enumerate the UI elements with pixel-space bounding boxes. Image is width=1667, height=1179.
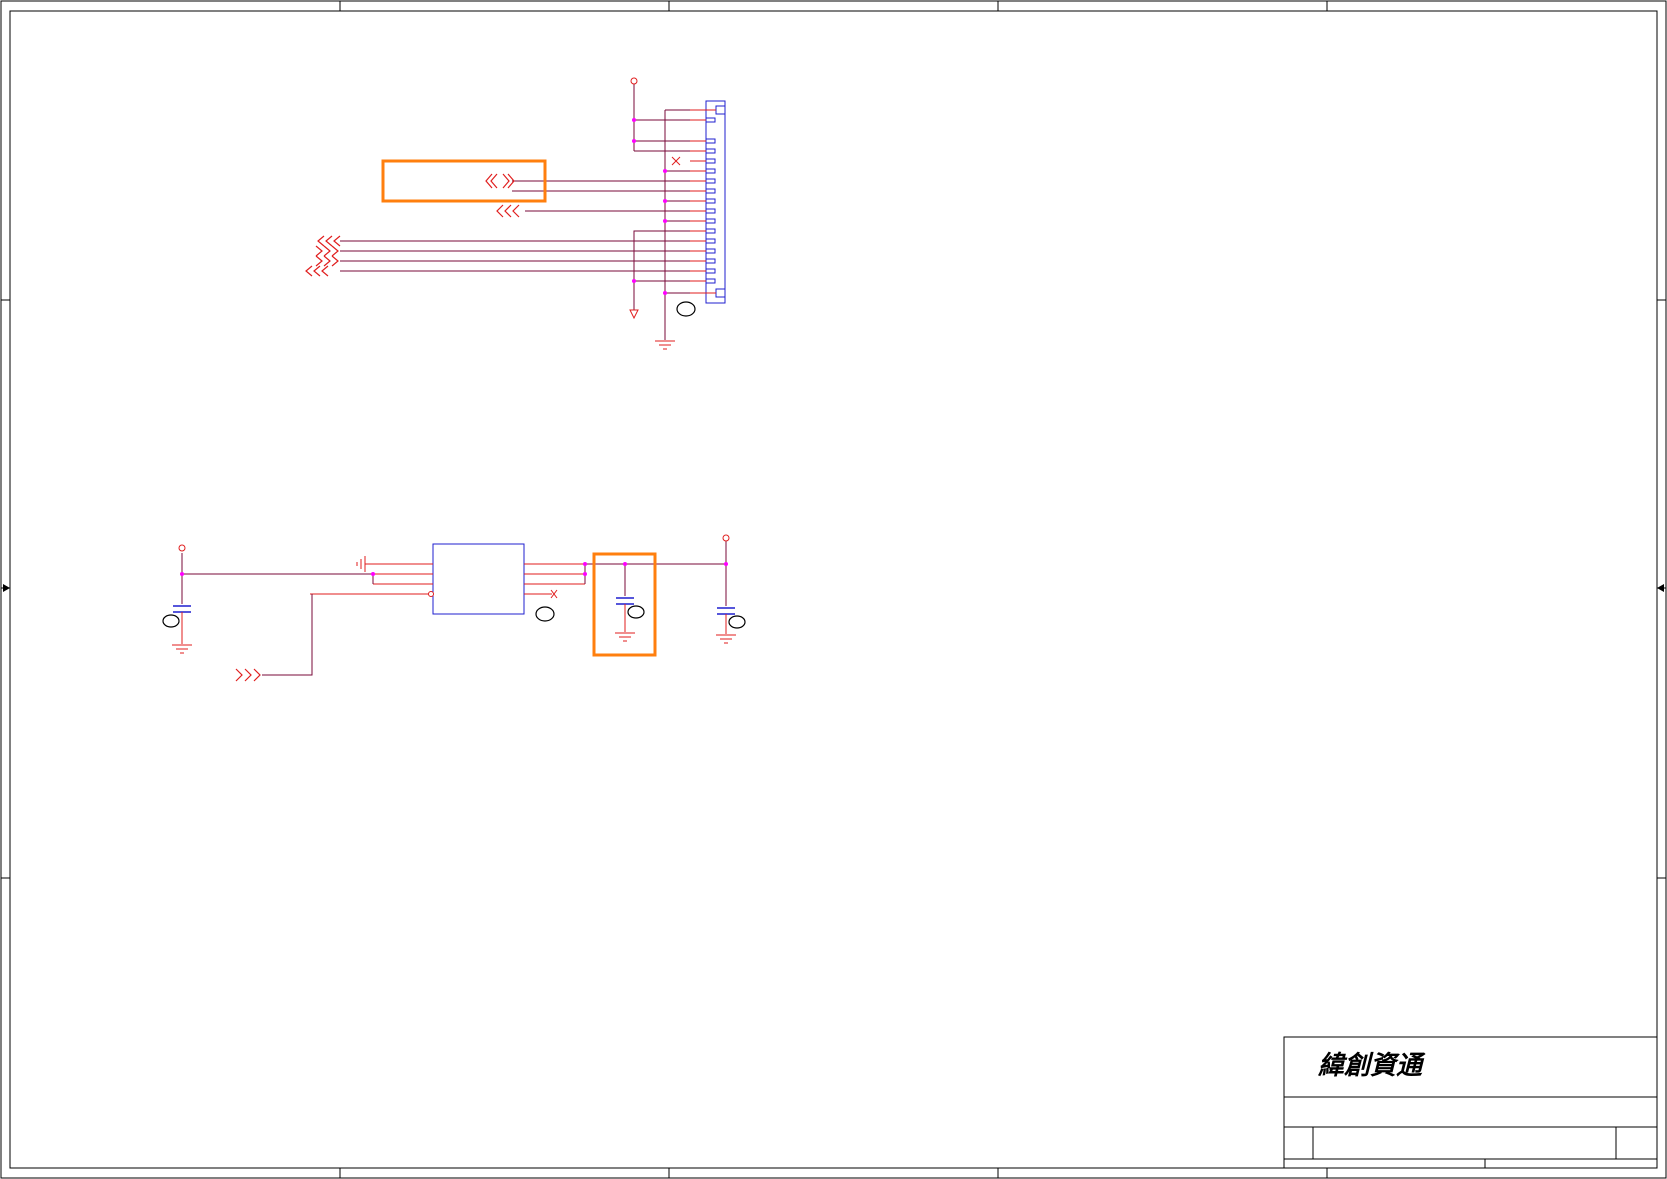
part-tag-icon	[676, 301, 696, 317]
connector-icon	[705, 100, 726, 304]
ground-icon	[615, 632, 635, 642]
capacitor-leads	[181, 604, 727, 644]
offpage-arrow-icon	[305, 235, 341, 277]
regulator-ic	[432, 543, 525, 615]
ic-enable-pin	[428, 591, 434, 597]
power-arrow-down-icon	[629, 309, 639, 320]
connector-section	[305, 77, 726, 350]
capacitor-icon	[717, 607, 735, 615]
junction-dots	[632, 118, 667, 295]
ground-icon	[172, 644, 192, 654]
company-name: 緯創資通	[1317, 1051, 1426, 1081]
ground-icon	[356, 556, 366, 572]
no-connect-icon	[671, 156, 681, 166]
power-flag-icon	[178, 534, 730, 552]
offpage-arrow-icon	[235, 668, 261, 682]
connector-nets	[340, 84, 690, 340]
connector-pin-stubs	[690, 109, 716, 294]
offpage-arrow-icon	[496, 204, 520, 218]
capacitor-icon	[616, 597, 634, 605]
schematic-sheet: 緯創資通	[0, 0, 1667, 1179]
part-tag-icon	[535, 606, 555, 622]
ground-icon	[716, 634, 736, 644]
offpage-arrow-icon	[485, 173, 515, 189]
ic-pin-stubs	[310, 563, 585, 595]
sheet-frame	[0, 0, 1667, 1179]
ground-icon	[655, 340, 675, 350]
frame-arrow-icon	[3, 584, 1664, 592]
regulator-section	[162, 534, 746, 682]
power-flag-icon	[630, 77, 638, 85]
part-tag-icon	[162, 605, 746, 629]
capacitor-icon	[173, 605, 191, 613]
